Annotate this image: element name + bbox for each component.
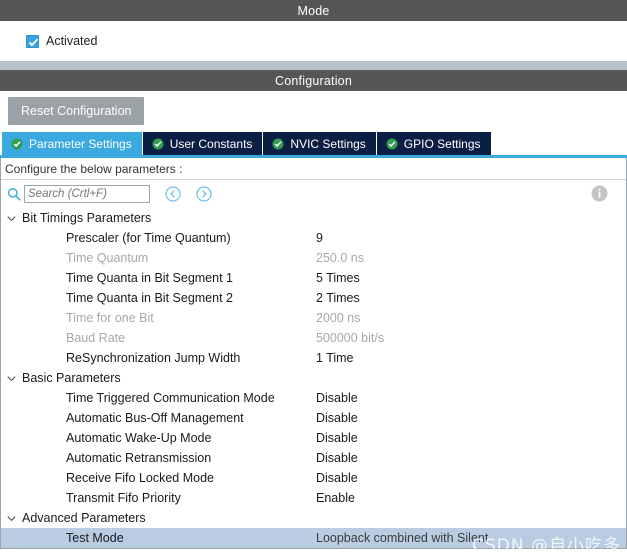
param-value: Disable [316,391,358,405]
param-value: Enable [316,491,355,505]
activated-checkbox-row[interactable]: Activated [26,34,97,48]
search-toolbar [1,180,626,208]
group-label: Advanced Parameters [22,511,146,525]
group-advanced-parameters[interactable]: Advanced Parameters [1,508,626,528]
settings-tab-bar: Parameter Settings User Constants NVIC S… [0,131,627,155]
info-icon[interactable] [591,185,608,202]
chevron-down-icon[interactable] [6,373,17,384]
param-name: Transmit Fifo Priority [66,491,181,505]
param-name: ReSynchronization Jump Width [66,351,241,365]
table-row[interactable]: Prescaler (for Time Quantum) 9 [1,228,626,248]
reset-configuration-area: Reset Configuration [0,91,627,131]
tab-user-constants-label: User Constants [169,136,253,151]
table-row[interactable]: Receive Fifo Locked Mode Disable [1,468,626,488]
table-row[interactable]: Time Quanta in Bit Segment 1 5 Times [1,268,626,288]
chevron-left-circle-icon[interactable] [165,186,181,202]
chevron-down-icon[interactable] [6,513,17,524]
table-row[interactable]: Automatic Retransmission Disable [1,448,626,468]
activated-checkbox[interactable] [26,34,39,48]
tab-nvic-settings[interactable]: NVIC Settings [263,132,377,155]
check-circle-icon [152,138,164,149]
param-value: Disable [316,431,358,445]
tab-gpio-settings[interactable]: GPIO Settings [376,132,492,155]
table-row: Time for one Bit 2000 ns [1,308,626,328]
param-name: Baud Rate [66,331,126,345]
configure-parameters-note: Configure the below parameters : [1,158,626,180]
chevron-down-icon[interactable] [6,213,17,224]
group-basic-parameters[interactable]: Basic Parameters [1,368,626,388]
mode-section-header: Mode [0,0,627,21]
configuration-section-title: Configuration [275,73,352,88]
parameter-settings-panel: Configure the below parameters : Search … [0,158,627,549]
table-row[interactable]: Automatic Wake-Up Mode Disable [1,428,626,448]
param-name: Automatic Wake-Up Mode [66,431,212,445]
param-name: Automatic Bus-Off Management [66,411,244,425]
tab-parameter-settings[interactable]: Parameter Settings [2,132,143,155]
reset-configuration-button[interactable]: Reset Configuration [8,97,145,125]
param-value: 2000 ns [316,311,361,325]
table-row[interactable]: ReSynchronization Jump Width 1 Time [1,348,626,368]
table-row[interactable]: Automatic Bus-Off Management Disable [1,408,626,428]
group-label: Bit Timings Parameters [22,211,152,225]
param-value: Disable [316,471,358,485]
param-value: Disable [316,411,358,425]
table-row: Baud Rate 500000 bit/s [1,328,626,348]
search-icon [8,188,21,201]
param-value: Disable [316,451,358,465]
param-value: Loopback combined with Silent [316,531,489,545]
param-name: Time Quanta in Bit Segment 1 [66,271,233,285]
param-name: Automatic Retransmission [66,451,212,465]
group-bit-timings-parameters[interactable]: Bit Timings Parameters [1,208,626,228]
tab-gpio-settings-label: GPIO Settings [403,136,481,151]
table-row-selected[interactable]: Test Mode Loopback combined with Silent [1,528,626,548]
param-name: Time for one Bit [66,311,154,325]
tab-parameter-settings-label: Parameter Settings [29,136,132,151]
mode-section-title: Mode [297,3,330,18]
param-value: 5 Times [316,271,360,285]
configuration-section-body: Reset Configuration Parameter Settings U… [0,91,627,549]
param-value: 250.0 ns [316,251,364,265]
param-name: Time Triggered Communication Mode [66,391,275,405]
param-value: 1 Time [316,351,354,365]
table-row: Time Quantum 250.0 ns [1,248,626,268]
param-name: Time Quanta in Bit Segment 2 [66,291,233,305]
table-row[interactable]: Transmit Fifo Priority Enable [1,488,626,508]
param-name: Receive Fifo Locked Mode [66,471,214,485]
param-name: Time Quantum [66,251,149,265]
param-name: Test Mode [66,531,124,545]
param-value: 9 [316,231,323,245]
check-circle-icon [11,138,23,149]
check-circle-icon [272,138,284,149]
param-value: 500000 bit/s [316,331,385,345]
checkmark-icon [28,38,39,47]
activated-label: Activated [46,34,98,48]
chevron-right-circle-icon[interactable] [196,186,212,202]
param-name: Prescaler (for Time Quantum) [66,231,231,245]
parameters-tree: Bit Timings Parameters Prescaler (for Ti… [1,208,626,548]
tab-user-constants[interactable]: User Constants [142,132,264,155]
mode-section-body: Activated [0,21,627,61]
param-value: 2 Times [316,291,360,305]
table-row[interactable]: Time Quanta in Bit Segment 2 2 Times [1,288,626,308]
search-input[interactable] [24,185,150,203]
section-separator-bar [0,61,627,70]
check-circle-icon [386,138,398,149]
table-row[interactable]: Time Triggered Communication Mode Disabl… [1,388,626,408]
group-label: Basic Parameters [22,371,121,385]
configuration-section-header: Configuration [0,70,627,91]
tab-nvic-settings-label: NVIC Settings [290,136,366,151]
